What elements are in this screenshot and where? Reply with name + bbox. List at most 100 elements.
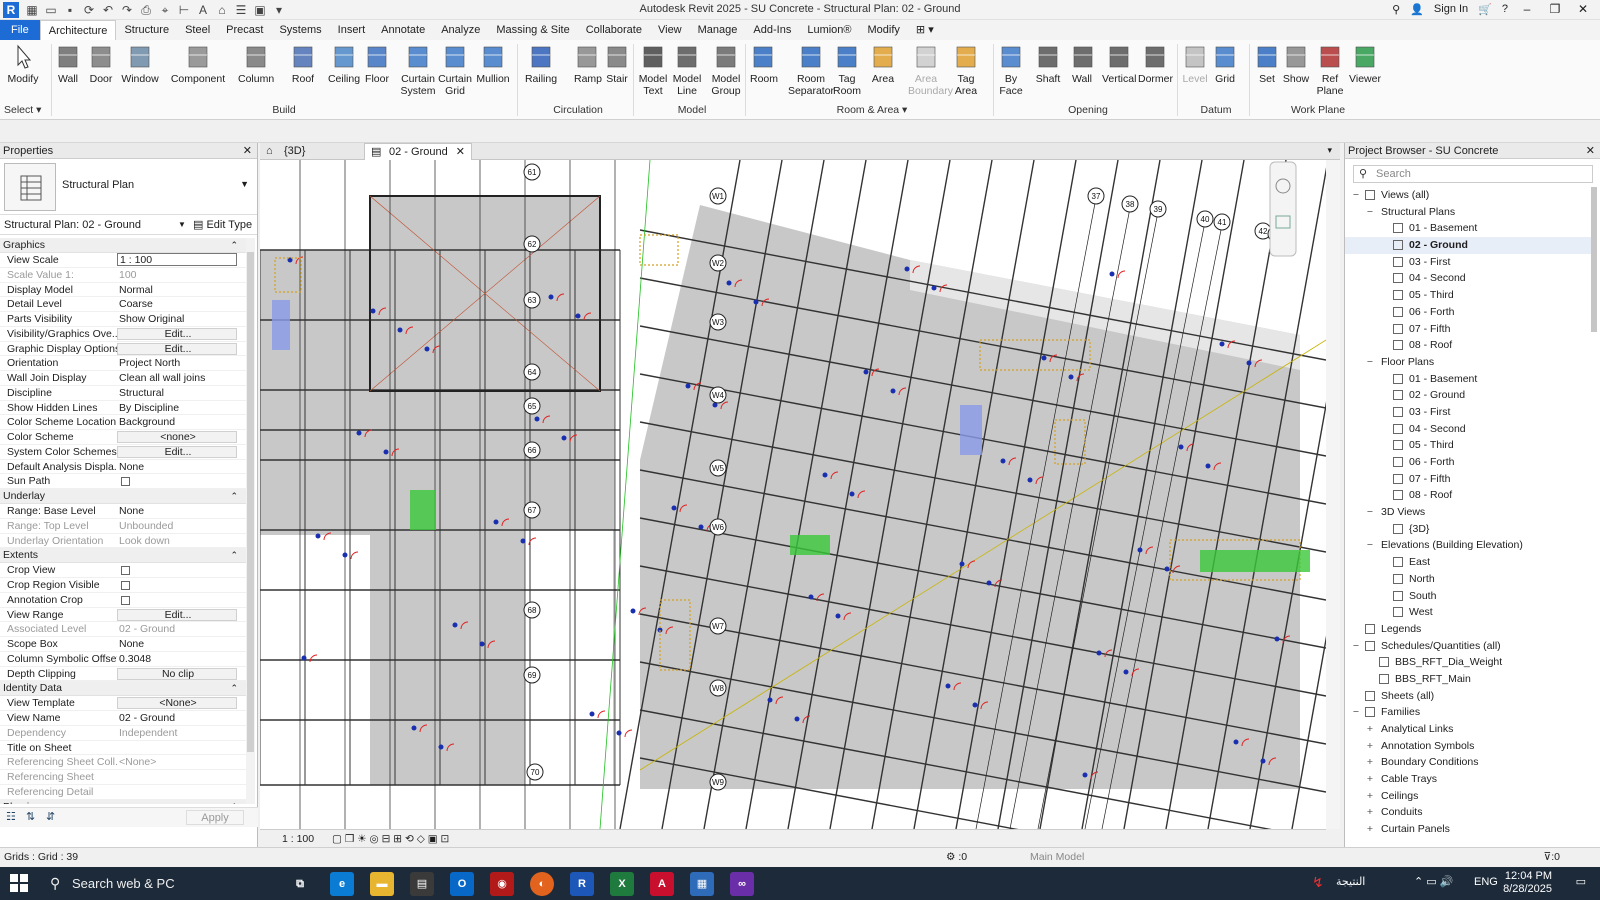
thin-lines-icon[interactable]: ☰ xyxy=(233,2,249,18)
property-value[interactable]: Show Original xyxy=(117,312,237,326)
expand-icon[interactable]: + xyxy=(1365,771,1375,788)
property-value[interactable]: Project North xyxy=(117,356,237,370)
property-edit-button[interactable]: Edit... xyxy=(117,342,237,355)
panel-label-circulation[interactable]: Circulation xyxy=(520,104,636,116)
minimize-icon[interactable]: – xyxy=(1518,2,1536,16)
browser-tree-item[interactable]: 06 - Forth xyxy=(1345,454,1591,471)
tag-area-tool-button[interactable]: Tag Area xyxy=(952,43,980,97)
property-checkbox[interactable] xyxy=(121,595,130,605)
browser-tree-item[interactable]: −3D Views xyxy=(1345,504,1591,521)
tag-room-tool-button[interactable]: Tag Room xyxy=(830,43,864,97)
measure-icon[interactable]: ⌖ xyxy=(157,2,173,18)
tab-overflow-icon[interactable]: ▾ xyxy=(1327,145,1332,156)
browser-tree-item[interactable]: 01 - Basement xyxy=(1345,220,1591,237)
ribbon-tab-systems[interactable]: Systems xyxy=(271,20,329,40)
default-3d-icon[interactable]: ⌂ xyxy=(214,2,230,18)
property-value[interactable] xyxy=(117,741,237,755)
curtain-system-tool-button[interactable]: Curtain System xyxy=(400,43,436,97)
drawing-area[interactable]: 61 62 63 64 65 66 67 68 69 70 W1 W2 W3 W4 W5 W6 W7 W8 W9 37… xyxy=(260,160,1326,829)
tray-icons[interactable]: ⌃ ▭ 🔊 xyxy=(1414,875,1453,888)
panel-label-select[interactable]: Select ▾ xyxy=(4,104,44,116)
property-edit-button[interactable]: No clip xyxy=(117,667,237,680)
collapse-icon[interactable]: − xyxy=(1365,537,1375,554)
edit-type-button[interactable]: ▤ Edit Type xyxy=(193,215,252,235)
close-icon[interactable]: ✕ xyxy=(1586,143,1595,159)
sync-icon[interactable]: ⟳ xyxy=(81,2,97,18)
browser-tree-item[interactable]: 03 - First xyxy=(1345,254,1591,271)
chevron-down-icon[interactable]: ▼ xyxy=(178,215,186,235)
contextual-dropdown-icon[interactable]: ⊞ ▾ xyxy=(908,20,942,40)
home-icon[interactable]: ▦ xyxy=(24,2,40,18)
set-tool-button[interactable]: Set xyxy=(1254,43,1280,85)
wall-opening-tool-button[interactable]: Wall xyxy=(1070,43,1094,85)
viewer-tool-button[interactable]: Viewer xyxy=(1348,43,1382,85)
panel-label-opening[interactable]: Opening xyxy=(996,104,1180,116)
collapse-icon[interactable]: ⌃ xyxy=(230,800,238,805)
aligned-dimension-icon[interactable]: ⊢ xyxy=(176,2,192,18)
ribbon-tab-steel[interactable]: Steel xyxy=(177,20,218,40)
property-group-extents[interactable]: Extents ⌃ xyxy=(0,548,246,564)
firefox-icon[interactable]: ◐ xyxy=(530,872,554,896)
type-selector[interactable]: Structural Plan ▼ xyxy=(0,159,257,215)
sort-za-icon[interactable]: ⇵ xyxy=(46,810,55,823)
expand-icon[interactable]: + xyxy=(1365,754,1375,771)
browser-tree-item[interactable]: North xyxy=(1345,571,1591,588)
notifications-icon[interactable]: ▭ xyxy=(1576,875,1586,888)
autocad-icon[interactable]: A xyxy=(650,872,674,896)
undo-icon[interactable]: ↶ xyxy=(100,2,116,18)
property-checkbox[interactable] xyxy=(121,581,130,590)
browser-tree-item[interactable]: 02 - Ground xyxy=(1345,237,1591,254)
column-tool-button[interactable]: Column xyxy=(238,43,274,85)
browser-tree-item[interactable]: 04 - Second xyxy=(1345,421,1591,438)
panel-label-build[interactable]: Build xyxy=(54,104,514,116)
browser-tree-item[interactable]: − Schedules/Quantities (all) xyxy=(1345,638,1591,655)
ribbon-tab-insert[interactable]: Insert xyxy=(330,20,374,40)
calculator-icon[interactable]: ▦ xyxy=(690,872,714,896)
expand-icon[interactable]: + xyxy=(1365,821,1375,838)
browser-tree-item[interactable]: 05 - Third xyxy=(1345,287,1591,304)
level-tool-button[interactable]: Level xyxy=(1182,43,1208,85)
collapse-icon[interactable]: ⌃ xyxy=(230,238,238,253)
collapse-icon[interactable]: ⌃ xyxy=(230,489,238,504)
property-edit-button[interactable]: <none> xyxy=(117,431,237,443)
property-group-identity-data[interactable]: Identity Data ⌃ xyxy=(0,681,246,697)
outlook-icon[interactable]: O xyxy=(450,872,474,896)
browser-tree-item[interactable]: + Conduits xyxy=(1345,804,1591,821)
roof-tool-button[interactable]: Roof xyxy=(290,43,316,85)
binoculars-icon[interactable]: ⚲ xyxy=(1392,3,1400,16)
expand-icon[interactable]: + xyxy=(1365,721,1375,738)
browser-tree-item[interactable]: 07 - Fifth xyxy=(1345,321,1591,338)
property-value[interactable]: Structural xyxy=(117,386,237,400)
property-value[interactable]: None xyxy=(117,460,237,474)
door-tool-button[interactable]: Door xyxy=(88,43,114,85)
panel-label-model[interactable]: Model xyxy=(636,104,748,116)
property-value[interactable]: By Discipline xyxy=(117,401,237,415)
ribbon-tab-file[interactable]: File xyxy=(0,20,40,40)
collapse-icon[interactable]: − xyxy=(1351,704,1361,721)
property-edit-button[interactable]: Edit... xyxy=(117,327,237,340)
area-tool-button[interactable]: Area xyxy=(870,43,896,85)
browser-tree-item[interactable]: BBS_RFT_Main xyxy=(1345,671,1591,688)
ribbon-tab-annotate[interactable]: Annotate xyxy=(373,20,433,40)
room-separator-tool-button[interactable]: Room Separator xyxy=(786,43,836,97)
expand-icon[interactable]: + xyxy=(1365,738,1375,755)
ceiling-tool-button[interactable]: Ceiling xyxy=(326,43,362,85)
edge-icon[interactable]: e xyxy=(330,872,354,896)
restore-icon[interactable]: ❐ xyxy=(1546,2,1564,16)
redo-icon[interactable]: ↷ xyxy=(119,2,135,18)
user-icon[interactable]: 👤 xyxy=(1410,3,1424,16)
browser-tree-item[interactable]: West xyxy=(1345,604,1591,621)
ribbon-tab-manage[interactable]: Manage xyxy=(690,20,746,40)
task-view-icon[interactable]: ⧉ xyxy=(288,872,312,896)
model-text-tool-button[interactable]: Model Text xyxy=(638,43,668,97)
language-indicator[interactable]: ENG xyxy=(1474,876,1498,888)
panel-label-work-plane[interactable]: Work Plane xyxy=(1252,104,1384,116)
file-explorer-icon[interactable]: ▬ xyxy=(370,872,394,896)
property-value[interactable]: 1 : 100 xyxy=(117,253,237,266)
property-value[interactable]: Coarse xyxy=(117,297,237,311)
browser-tree-item[interactable]: − Families xyxy=(1345,704,1591,721)
ribbon-tab-modify[interactable]: Modify xyxy=(860,20,908,40)
mullion-tool-button[interactable]: Mullion xyxy=(474,43,512,85)
collapse-icon[interactable]: − xyxy=(1365,354,1375,371)
browser-tree-item[interactable]: East xyxy=(1345,554,1591,571)
